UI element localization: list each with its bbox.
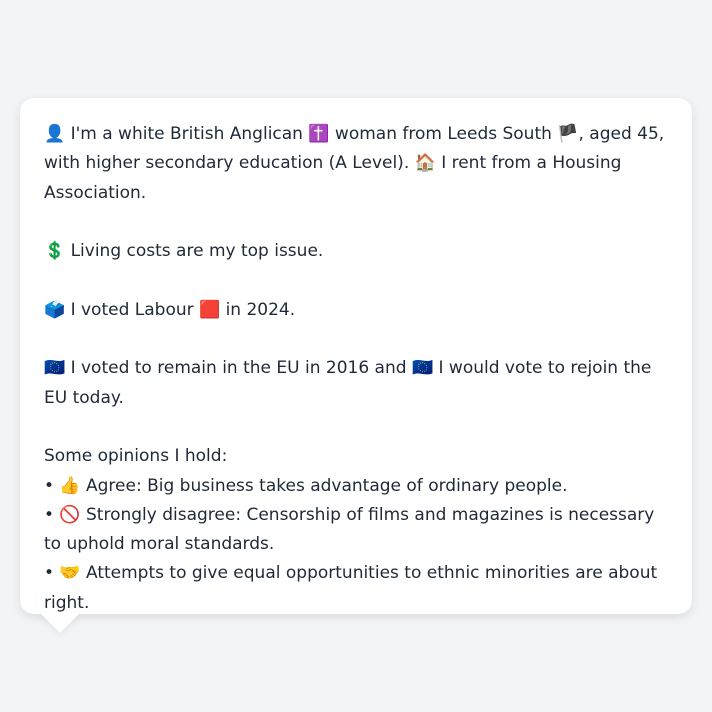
speech-bubble-tail [40, 613, 80, 633]
chat-message-bubble: 👤 I'm a white British Anglican ✝️ woman … [20, 98, 692, 614]
top-issue-text: 💲 Living costs are my top issue. [44, 241, 324, 262]
opinion-item: • 🚫 Strongly disagree: Censorship of fil… [44, 504, 655, 555]
eu-stance-text: 🇪🇺 I voted to remain in the EU in 2016 a… [44, 358, 652, 408]
opinion-item: • 🤝 Attempts to give equal opportunities… [44, 563, 658, 613]
opinion-item: • 👍 Agree: Big business takes advantage … [44, 475, 568, 496]
vote-2024-text: 🗳️ I voted Labour 🟥 in 2024. [44, 299, 296, 320]
opinions-list: • 👍 Agree: Big business takes advantage … [44, 472, 668, 618]
identity-text: 👤 I'm a white British Anglican ✝️ woman … [44, 124, 665, 203]
opinions-heading: Some opinions I hold: [44, 446, 228, 467]
